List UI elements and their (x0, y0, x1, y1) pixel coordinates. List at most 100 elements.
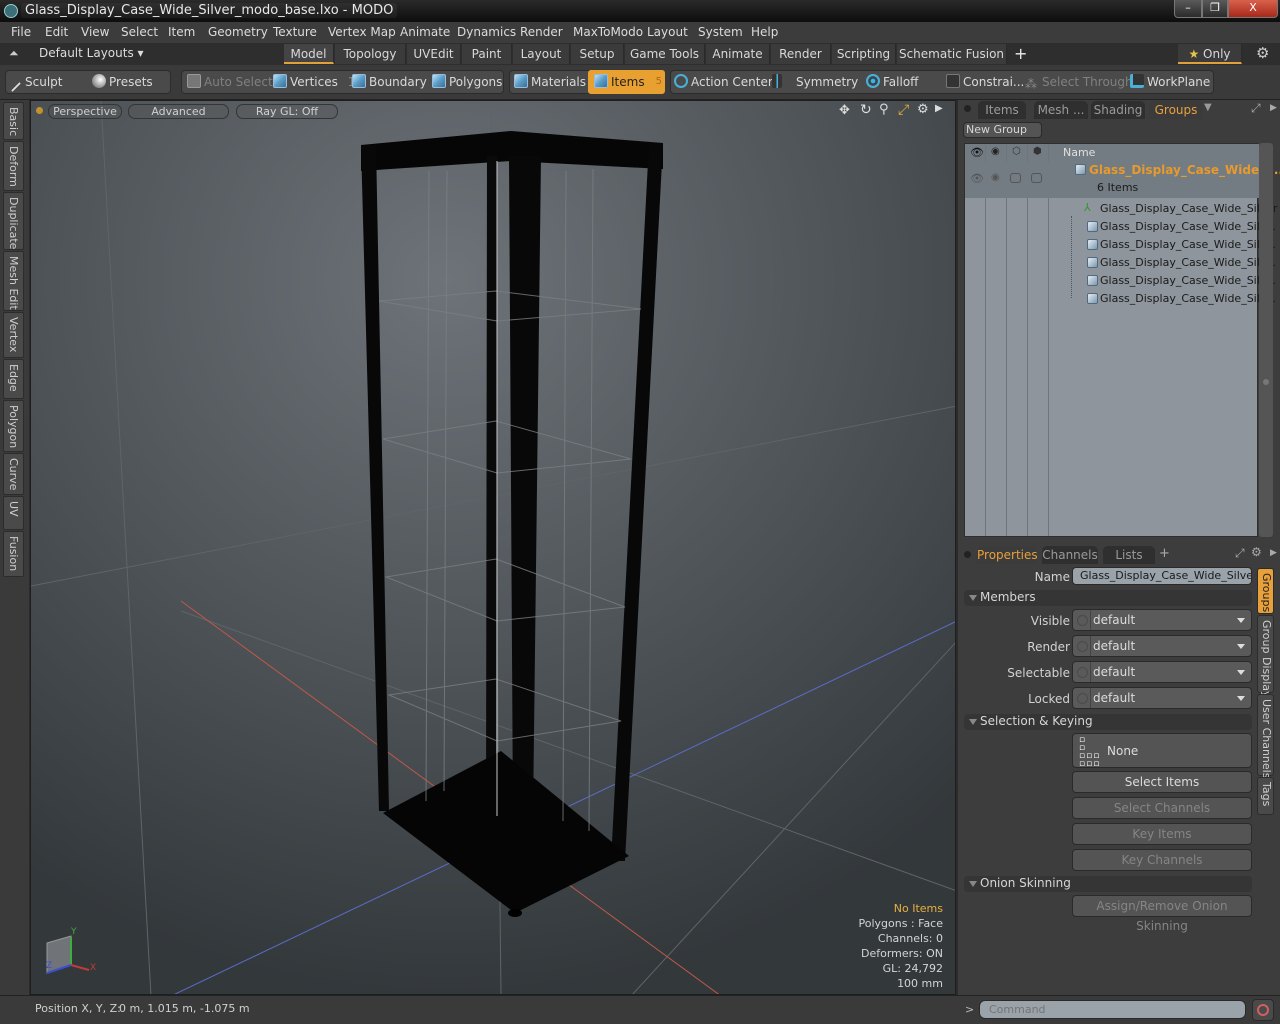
menu-system[interactable]: System (698, 25, 743, 39)
viewport-settings-gear-icon[interactable]: ⚙ (917, 102, 929, 117)
3d-viewport[interactable]: Y X Z Perspective Advanced Ray GL: Off ✥… (30, 100, 956, 995)
expand-panel-icon[interactable]: ⤢ (1251, 101, 1261, 116)
view-mode-button[interactable]: Perspective (48, 104, 122, 119)
constraints-button[interactable]: Constrai... (946, 70, 1024, 94)
side-tab-groups[interactable]: Groups (1257, 568, 1274, 614)
tab-mesh-edit[interactable]: Mesh Edit (3, 251, 24, 311)
scrollbar-handle[interactable] (1263, 379, 1269, 385)
group-member-row[interactable]: Glass_Display_Case_Wide_Silv... (965, 290, 1276, 308)
group-locked-toggle[interactable] (1031, 173, 1042, 183)
expand-properties-icon[interactable]: ⤢ (1235, 546, 1245, 561)
tab-lists[interactable]: Lists (1103, 546, 1155, 564)
falloff-button[interactable]: Falloff (866, 70, 918, 94)
action-center-button[interactable]: Action Center (674, 70, 773, 94)
menu-animate[interactable]: Animate (400, 25, 450, 39)
tab-fusion[interactable]: Fusion (3, 531, 24, 577)
menu-dynamics[interactable]: Dynamics (457, 25, 516, 39)
shading-mode-button[interactable]: Advanced (128, 104, 229, 119)
tab-render[interactable]: Render (771, 44, 831, 64)
polygons-button[interactable]: Polygons (432, 70, 502, 94)
visibility-column-eye-icon[interactable]: 👁 (970, 146, 984, 159)
tab-model[interactable]: Model (284, 44, 334, 64)
group-member-row[interactable]: Glass_Display_Case_Wide_Silv... (965, 236, 1276, 254)
members-section-header[interactable]: Members (964, 590, 1252, 606)
add-properties-tab-button[interactable]: + (1159, 546, 1170, 561)
tab-edge[interactable]: Edge (3, 359, 24, 399)
gear-icon[interactable]: ⚙ (1256, 44, 1269, 62)
presets-button[interactable]: Presets (92, 70, 153, 94)
properties-gear-icon[interactable]: ⚙ (1251, 545, 1262, 559)
properties-more-arrow-icon[interactable]: ▶ (1270, 548, 1277, 558)
tab-groups[interactable]: Groups (1149, 101, 1203, 119)
group-member-row[interactable]: Glass_Display_Case_Wide_Silv... (965, 272, 1276, 290)
menu-view[interactable]: View (81, 25, 109, 39)
tab-properties[interactable]: Properties (977, 546, 1038, 564)
workplane-button[interactable]: WorkPlane (1130, 70, 1210, 94)
assign-remove-onion-skinning-button[interactable]: Assign/Remove Onion Skinning (1072, 895, 1252, 933)
tab-topology[interactable]: Topology (335, 44, 406, 64)
key-channels-button[interactable]: Key Channels (1072, 849, 1252, 871)
group-name-field[interactable]: Glass_Display_Case_Wide_Silver (8 (1072, 567, 1252, 585)
side-tab-tags[interactable]: Tags (1257, 777, 1274, 815)
tabs-dropdown-arrow-icon[interactable]: ▼ (1204, 102, 1212, 113)
selectable-column-cube-icon[interactable]: ⬡ (1012, 146, 1021, 157)
onion-skinning-section-header[interactable]: Onion Skinning (964, 876, 1252, 892)
menu-texture[interactable]: Texture (273, 25, 317, 39)
command-input[interactable] (979, 1000, 1246, 1019)
menu-maxtomodo[interactable]: MaxToModo (573, 25, 643, 39)
collapse-up-icon[interactable]: ⏶ (9, 46, 19, 61)
tab-animate[interactable]: Animate (706, 44, 770, 64)
tab-deform[interactable]: Deform (3, 141, 24, 191)
group-selectable-toggle[interactable] (1010, 173, 1021, 183)
symmetry-button[interactable]: Symmetry (772, 70, 858, 94)
viewport-more-arrow-icon[interactable]: ▶ (935, 103, 943, 114)
select-through-button[interactable]: ⁂ Select Through (1025, 70, 1133, 94)
tab-curve[interactable]: Curve (3, 453, 24, 495)
viewport-options-dot-icon[interactable] (36, 107, 43, 114)
menu-render[interactable]: Render (520, 25, 563, 39)
restore-button[interactable]: ❐ (1202, 0, 1228, 18)
hierarchy-none-button[interactable]: ▫ ▫ ▫▫▫ ▫▫▫ None (1072, 733, 1252, 769)
side-tab-user-channels[interactable]: User Channels (1257, 694, 1274, 778)
materials-button[interactable]: Materials (514, 70, 586, 94)
tab-shading[interactable]: Shading (1091, 101, 1145, 119)
tab-setup[interactable]: Setup (571, 44, 624, 64)
side-tab-group-display[interactable]: Group Display (1257, 615, 1274, 698)
zoom-icon[interactable]: ⚲ (879, 102, 889, 117)
tab-basic[interactable]: Basic (3, 102, 24, 140)
group-member-row[interactable]: ⅄ Glass_Display_Case_Wide_Silver (965, 200, 1278, 218)
menu-geometry[interactable]: Geometry (208, 25, 268, 39)
tab-duplicate[interactable]: Duplicate (3, 192, 24, 250)
group-render-camera-icon[interactable]: ◉ (991, 172, 1000, 183)
default-layouts-dropdown[interactable]: Default Layouts ▾ (39, 46, 144, 60)
only-filter-toggle[interactable]: ★ Only (1178, 44, 1242, 64)
properties-options-dot-icon[interactable] (964, 551, 971, 558)
locked-column-cube-icon[interactable]: ⬢ (1033, 146, 1042, 157)
tab-game-tools[interactable]: Game Tools (625, 44, 705, 64)
tab-schematic-fusion[interactable]: Schematic Fusion (897, 44, 1007, 64)
sculpt-button[interactable]: Sculpt (10, 70, 62, 94)
minimize-button[interactable]: – (1174, 0, 1202, 18)
select-items-button[interactable]: Select Items (1072, 771, 1252, 793)
menu-select[interactable]: Select (121, 25, 158, 39)
group-visibility-eye-icon[interactable]: 👁 (970, 172, 984, 185)
menu-edit[interactable]: Edit (45, 25, 68, 39)
boundary-button[interactable]: Boundary (352, 70, 427, 94)
render-dropdown[interactable]: default (1072, 635, 1252, 657)
raygl-toggle-button[interactable]: Ray GL: Off (236, 104, 338, 119)
group-member-row[interactable]: Glass_Display_Case_Wide_Silv... (965, 218, 1276, 236)
selectable-dropdown[interactable]: default (1072, 661, 1252, 683)
maximize-viewport-icon[interactable]: ⤢ (898, 102, 909, 118)
command-history-button[interactable] (1252, 999, 1274, 1021)
vertices-button[interactable]: Vertices 1 (273, 70, 355, 94)
new-group-button[interactable]: New Group (963, 122, 1042, 138)
menu-item[interactable]: Item (168, 25, 195, 39)
add-layout-tab-button[interactable]: + (1014, 44, 1027, 63)
tab-uvedit[interactable]: UVEdit (407, 44, 461, 64)
menu-help[interactable]: Help (751, 25, 778, 39)
group-member-row[interactable]: Glass_Display_Case_Wide_Silv... (965, 254, 1276, 272)
tab-vertex[interactable]: Vertex (3, 312, 24, 358)
tab-uv[interactable]: UV (3, 496, 24, 530)
tab-channels[interactable]: Channels (1042, 546, 1098, 564)
name-column-header[interactable]: Name (1063, 146, 1095, 159)
